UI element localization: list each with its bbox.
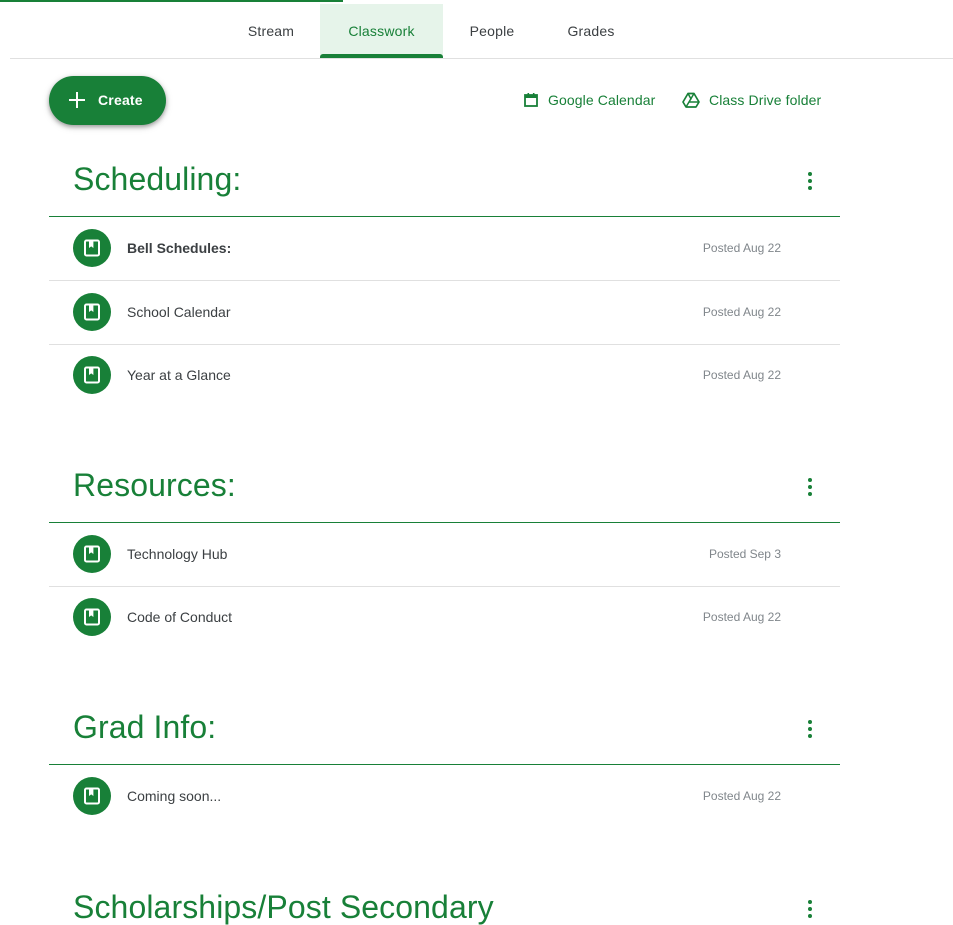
item-title: Code of Conduct <box>127 609 233 625</box>
material-icon <box>73 535 111 573</box>
section-title[interactable]: Scholarships/Post Secondary <box>73 889 494 925</box>
list-item[interactable]: Technology Hub Posted Sep 3 <box>49 523 840 587</box>
material-icon <box>73 229 111 267</box>
tab-classwork[interactable]: Classwork <box>320 4 443 58</box>
item-title: Year at a Glance <box>127 367 231 383</box>
list-item[interactable]: School Calendar Posted Aug 22 <box>49 281 840 345</box>
item-date: Posted Aug 22 <box>702 789 781 803</box>
item-date: Posted Aug 22 <box>702 305 781 319</box>
material-icon <box>73 598 111 636</box>
item-title: Bell Schedules: <box>127 240 232 256</box>
material-icon <box>73 777 111 815</box>
topic-section-resources: Resources: Technology Hub Posted Sep 3 C… <box>49 456 840 656</box>
topic-section-scheduling: Scheduling: Bell Schedules: Posted Aug 2… <box>49 150 840 400</box>
classroom-page: Stream Classwork People Grades Create Go… <box>0 0 953 925</box>
item-title: Coming soon... <box>127 788 222 804</box>
calendar-icon <box>524 93 538 107</box>
item-title: Technology Hub <box>127 546 228 562</box>
item-date: Posted Aug 22 <box>702 368 781 382</box>
drive-icon <box>682 92 700 108</box>
class-drive-folder-link[interactable]: Class Drive folder <box>682 89 821 111</box>
tab-people-label: People <box>469 23 515 39</box>
section-title[interactable]: Scheduling: <box>73 161 241 198</box>
tab-people[interactable]: People <box>457 4 527 58</box>
google-calendar-link[interactable]: Google Calendar <box>523 89 655 111</box>
material-icon <box>73 356 111 394</box>
plus-icon <box>69 92 85 108</box>
item-date: Posted Sep 3 <box>708 547 781 561</box>
list-item[interactable]: Coming soon... Posted Aug 22 <box>49 765 840 828</box>
tab-stream-label: Stream <box>247 23 295 39</box>
tab-bar: Stream Classwork People Grades <box>0 0 953 58</box>
tab-classwork-label: Classwork <box>348 23 415 39</box>
list-item[interactable]: Year at a Glance Posted Aug 22 <box>49 344 840 407</box>
section-title[interactable]: Grad Info: <box>73 709 216 746</box>
create-button-label: Create <box>98 92 143 108</box>
tab-grades[interactable]: Grades <box>555 4 627 58</box>
topic-section-scholarships: Scholarships/Post Secondary <box>49 878 840 925</box>
list-item[interactable]: Bell Schedules: Posted Aug 22 <box>49 217 840 281</box>
class-drive-folder-label: Class Drive folder <box>709 92 822 108</box>
create-button[interactable]: Create <box>49 76 166 125</box>
tab-stream[interactable]: Stream <box>236 4 306 58</box>
item-date: Posted Aug 22 <box>702 610 781 624</box>
tab-bar-divider <box>10 58 953 59</box>
more-options-icon[interactable] <box>803 476 817 498</box>
more-options-icon[interactable] <box>803 898 817 920</box>
list-item[interactable]: Code of Conduct Posted Aug 22 <box>49 586 840 649</box>
more-options-icon[interactable] <box>803 170 817 192</box>
section-title[interactable]: Resources: <box>73 467 236 504</box>
item-title: School Calendar <box>127 304 231 320</box>
tab-grades-label: Grades <box>567 23 615 39</box>
material-icon <box>73 293 111 331</box>
topic-section-grad-info: Grad Info: Coming soon... Posted Aug 22 <box>49 698 840 828</box>
google-calendar-label: Google Calendar <box>548 92 656 108</box>
item-date: Posted Aug 22 <box>702 241 781 255</box>
more-options-icon[interactable] <box>803 718 817 740</box>
